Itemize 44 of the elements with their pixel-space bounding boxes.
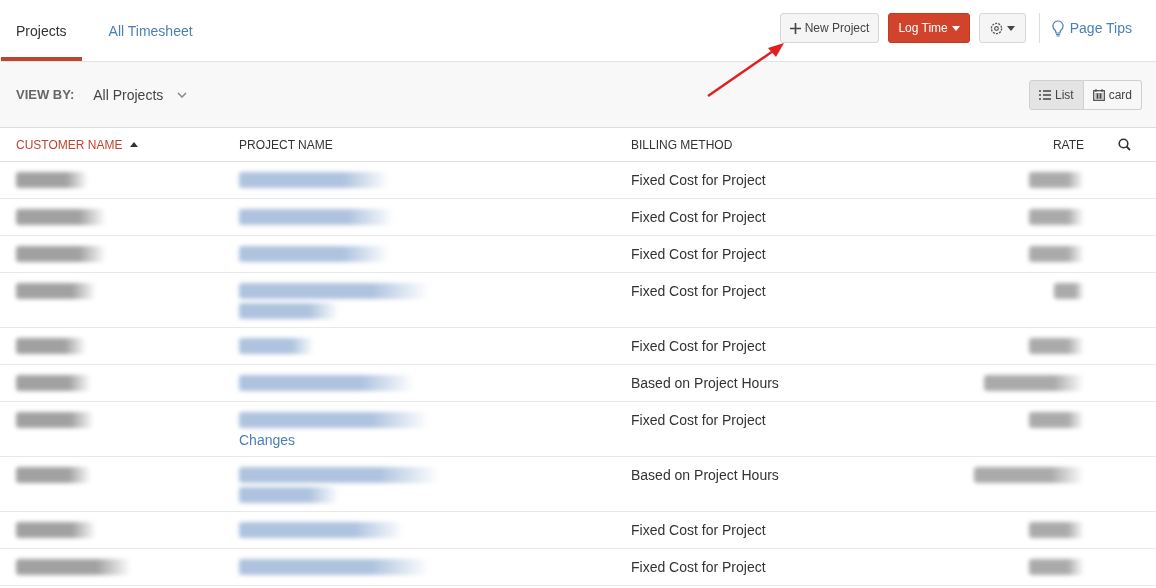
caret-icon bbox=[951, 25, 960, 31]
view-by-dropdown[interactable]: All Projects bbox=[93, 86, 188, 103]
blurred-text bbox=[1029, 522, 1084, 538]
card-view-button[interactable]: card bbox=[1083, 79, 1142, 110]
table-cell: Fixed Cost for Project bbox=[631, 338, 766, 354]
column-header[interactable]: BILLING METHOD bbox=[631, 137, 934, 152]
chevron-down-icon bbox=[177, 91, 188, 98]
project-link[interactable]: Changes bbox=[239, 432, 296, 448]
table-cell: Fixed Cost for Project bbox=[631, 246, 766, 262]
table-cell: Fixed Cost for Project bbox=[631, 522, 766, 538]
log-time-button[interactable]: Log Time bbox=[888, 13, 970, 43]
blurred-text bbox=[1054, 283, 1084, 299]
blurred-text bbox=[16, 172, 88, 188]
caret-icon bbox=[1006, 25, 1015, 31]
list-icon bbox=[1038, 89, 1051, 100]
column-header[interactable]: PROJECT NAME bbox=[239, 137, 631, 152]
view-by-label: VIEW BY: bbox=[16, 87, 75, 102]
calendar-icon bbox=[1092, 88, 1105, 101]
blurred-text bbox=[1029, 172, 1084, 188]
settings-button[interactable] bbox=[978, 13, 1026, 43]
search-icon[interactable] bbox=[1117, 138, 1131, 151]
table-cell: Fixed Cost for Project bbox=[631, 559, 766, 575]
blurred-text bbox=[1029, 412, 1084, 428]
blurred-text bbox=[16, 338, 86, 354]
blurred-text bbox=[1029, 338, 1084, 354]
table-cell: Based on Project Hours bbox=[631, 467, 779, 483]
tab[interactable]: All Timesheet bbox=[93, 0, 208, 61]
table-cell: Fixed Cost for Project bbox=[631, 172, 766, 188]
blurred-text bbox=[1029, 246, 1084, 262]
table-cell: Fixed Cost for Project bbox=[631, 283, 766, 299]
column-header[interactable]: RATE bbox=[934, 137, 1084, 152]
column-header[interactable]: CUSTOMER NAME bbox=[16, 137, 239, 152]
blurred-text bbox=[1029, 209, 1084, 225]
sort-up-icon bbox=[130, 142, 139, 147]
table-cell: Fixed Cost for Project bbox=[631, 209, 766, 225]
new-project-button[interactable]: New Project bbox=[779, 13, 880, 43]
list-view-button[interactable]: List bbox=[1028, 79, 1084, 110]
blurred-text bbox=[1029, 559, 1084, 575]
plus-icon bbox=[789, 22, 801, 34]
table-cell: Based on Project Hours bbox=[631, 375, 779, 391]
page-tips-link[interactable]: Page Tips bbox=[1038, 13, 1132, 43]
table-cell: Fixed Cost for Project bbox=[631, 412, 766, 428]
settings-icon bbox=[989, 21, 1003, 35]
lightbulb-icon bbox=[1051, 19, 1064, 37]
